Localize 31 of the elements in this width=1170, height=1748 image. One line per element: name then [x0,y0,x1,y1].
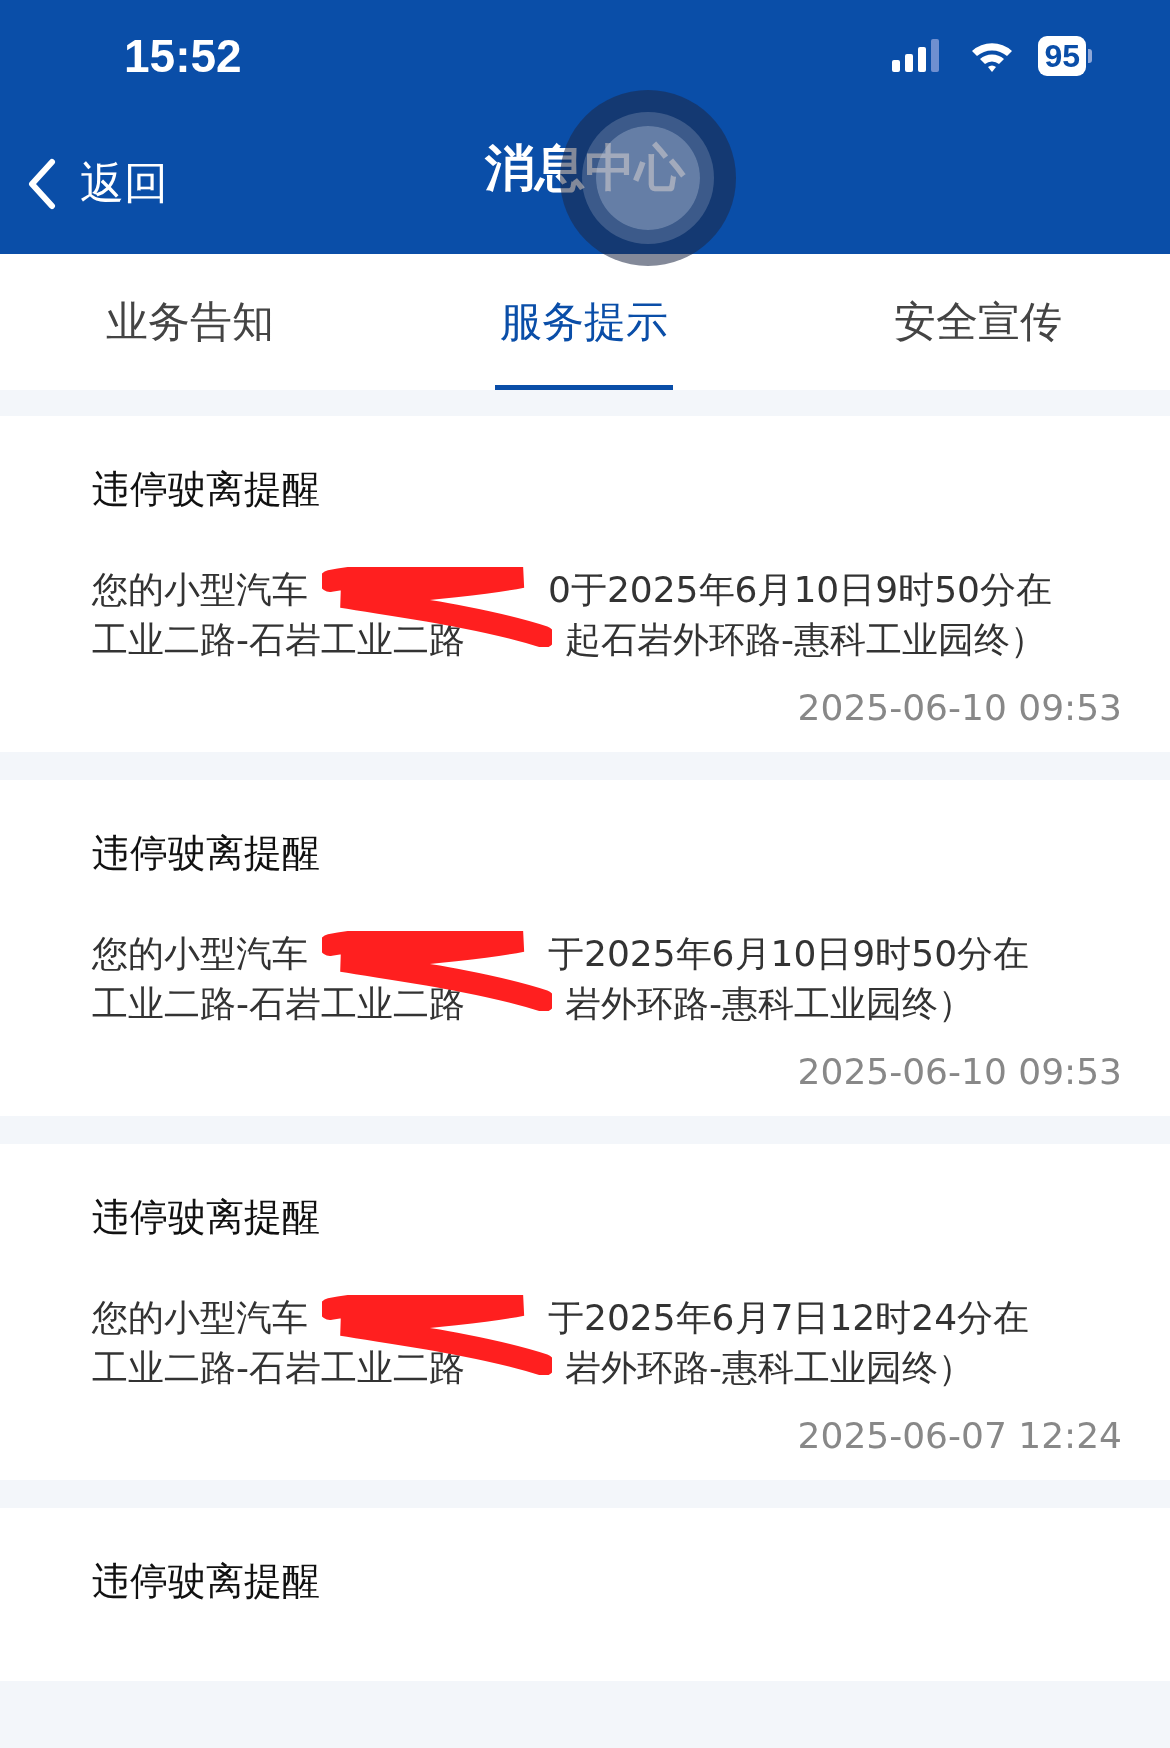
message-time: 2025-06-10 09:53 [796,687,1122,728]
message-text: 于2025年6月10日9时50分在 [548,932,1030,976]
message-card[interactable]: 违停驶离提醒 您的小型汽车 于2025年6月10日9时50分在 工业二路-石岩工业二路 岩外环路-惠科工业园终） 2025-06-10 09:53 [0,780,1170,1116]
message-text: 岩外环路-惠科工业园终） [565,982,974,1026]
tab[interactable]: 安全宣传 [743,254,1170,390]
message-card[interactable]: 违停驶离提醒 您的小型汽车 于2025年6月7日12时24分在 工业二路-石岩工业二路 岩外环路-惠科工业园终） 2025-06-07 12:24 [0,1144,1170,1480]
message-text: 0于2025年6月10日9时50分在 [548,568,1052,612]
message-text: 岩外环路-惠科工业园终） [565,1346,974,1390]
message-text: 您的小型汽车 [92,568,308,612]
message-title: 违停驶离提醒 [92,830,321,877]
status-time: 15:52 [124,29,242,83]
message-text: 起石岩外环路-惠科工业园终） [565,618,1046,662]
message-title: 违停驶离提醒 [92,1558,321,1605]
message-text: 您的小型汽车 [92,932,308,976]
message-text: 工业二路-石岩工业二路 [92,618,465,662]
message-text: 工业二路-石岩工业二路 [92,982,465,1026]
page-title: 消息中心 [485,137,685,199]
back-button[interactable]: 返回 [26,154,168,213]
message-text: 工业二路-石岩工业二路 [92,1346,465,1390]
message-title: 违停驶离提醒 [92,466,321,513]
message-card[interactable]: 违停驶离提醒 [0,1508,1170,1681]
tab[interactable]: 业务告知 [0,254,425,390]
back-label: 返回 [80,156,168,210]
message-text: 于2025年6月7日12时24分在 [548,1296,1030,1340]
message-time: 2025-06-10 09:53 [796,1051,1122,1092]
message-text: 您的小型汽车 [92,1296,308,1340]
message-card[interactable]: 违停驶离提醒 您的小型汽车 0于2025年6月10日9时50分在 工业二路-石岩工业二路 起石岩外环路-惠科工业园终） 2025-06-10 09:53 [0,416,1170,752]
back-chevron-icon [26,157,56,210]
message-title: 违停驶离提醒 [92,1194,321,1241]
message-time: 2025-06-07 12:24 [796,1415,1122,1456]
tab[interactable]: 服务提示 [424,254,744,390]
